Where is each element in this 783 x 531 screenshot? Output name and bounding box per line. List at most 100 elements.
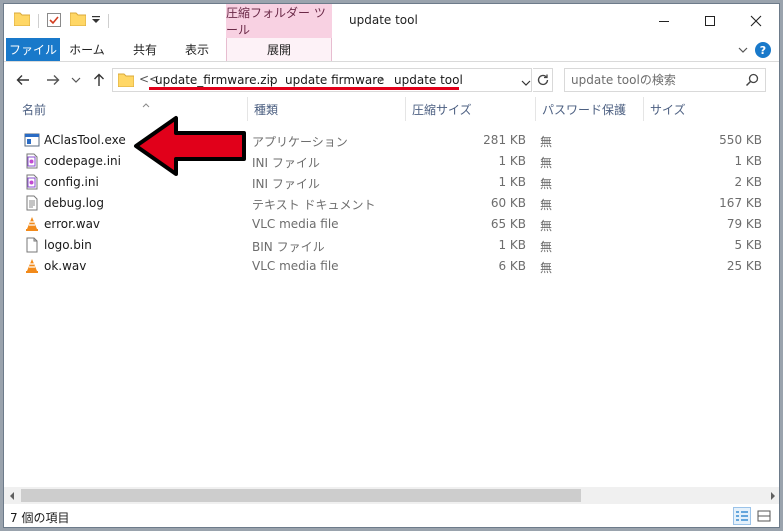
- file-name: debug.log: [44, 196, 104, 210]
- file-password: 無: [540, 219, 553, 233]
- column-size[interactable]: サイズ: [644, 97, 770, 121]
- item-count: 7 個の項目: [10, 511, 70, 525]
- file-compressed-size: 65 KB: [490, 217, 526, 231]
- scroll-right-icon[interactable]: [767, 490, 779, 502]
- file-size: 5 KB: [734, 238, 762, 252]
- tab-view[interactable]: 表示: [174, 38, 220, 61]
- context-tab-title: 圧縮フォルダー ツール: [226, 4, 332, 38]
- address-dropdown-icon[interactable]: [521, 77, 531, 87]
- column-name-label: 名前: [22, 102, 47, 117]
- file-type: INI ファイル: [252, 177, 320, 191]
- annotation-underline: [149, 87, 459, 90]
- forward-arrow-icon[interactable]: [44, 71, 62, 89]
- up-arrow-icon[interactable]: [90, 71, 108, 89]
- window-title: update tool: [349, 13, 418, 27]
- file-size: 79 KB: [726, 217, 762, 231]
- file-row[interactable]: config.ini INI ファイル 1 KB 無 2 KB: [4, 172, 770, 193]
- quick-access-separator: [38, 14, 39, 28]
- title-bar: 圧縮フォルダー ツール update tool: [4, 4, 779, 38]
- file-row[interactable]: AClasTool.exe アプリケーション 281 KB 無 550 KB: [4, 130, 770, 151]
- annotation-arrow: [134, 116, 246, 176]
- tab-home[interactable]: ホーム: [64, 38, 110, 61]
- sort-caret-icon: [142, 97, 150, 108]
- search-icon[interactable]: [745, 73, 759, 87]
- tab-extract[interactable]: 展開: [226, 38, 332, 61]
- file-password: 無: [540, 198, 553, 212]
- close-button[interactable]: [733, 4, 779, 38]
- tab-file[interactable]: ファイル: [6, 38, 60, 61]
- file-row[interactable]: error.wav VLC media file 65 KB 無 79 KB: [4, 214, 770, 235]
- file-type: テキスト ドキュメント: [252, 198, 376, 212]
- ini-file-icon: [24, 153, 40, 169]
- file-name: logo.bin: [44, 238, 92, 252]
- folder-icon: [117, 73, 135, 88]
- file-type: BIN ファイル: [252, 240, 325, 254]
- file-compressed-size: 281 KB: [483, 133, 526, 147]
- file-type: INI ファイル: [252, 156, 320, 170]
- details-view-icon[interactable]: [733, 507, 751, 525]
- ribbon-tabs: ファイル ホーム 共有 表示 展開 ?: [4, 38, 779, 62]
- column-compressed-size[interactable]: 圧縮サイズ: [406, 97, 536, 121]
- back-arrow-icon[interactable]: [14, 71, 32, 89]
- file-size: 167 KB: [719, 196, 762, 210]
- breadcrumb-separator[interactable]: ›: [269, 72, 274, 86]
- file-size: 550 KB: [719, 133, 762, 147]
- file-row[interactable]: debug.log テキスト ドキュメント 60 KB 無 167 KB: [4, 193, 770, 214]
- breadcrumb-item[interactable]: update tool: [394, 73, 463, 87]
- file-name: config.ini: [44, 175, 99, 189]
- horizontal-scrollbar[interactable]: [4, 487, 779, 504]
- recent-locations-chevron-icon[interactable]: [70, 71, 82, 89]
- explorer-window: 圧縮フォルダー ツール update tool ファイル ホーム 共有 表示 展…: [3, 3, 780, 528]
- address-row: << update_firmware.zip › update firmware…: [4, 63, 779, 97]
- refresh-icon: [537, 74, 548, 86]
- file-size: 25 KB: [726, 259, 762, 273]
- large-icons-view-icon[interactable]: [755, 507, 773, 525]
- close-icon: [750, 15, 762, 27]
- file-password: 無: [540, 156, 553, 170]
- file-type: アプリケーション: [252, 135, 348, 149]
- file-password: 無: [540, 261, 553, 275]
- column-password[interactable]: パスワード保護: [536, 97, 644, 121]
- vlc-icon: [24, 258, 40, 274]
- file-name: error.wav: [44, 217, 101, 231]
- blank-file-icon: [24, 237, 40, 253]
- search-box[interactable]: [564, 68, 766, 92]
- column-header: 名前 種類 圧縮サイズ パスワード保護 サイズ: [4, 97, 779, 121]
- tab-share[interactable]: 共有: [122, 38, 168, 61]
- customize-dropdown-icon[interactable]: [90, 14, 102, 26]
- breadcrumb-item[interactable]: update firmware: [285, 73, 384, 87]
- quick-access-separator: [108, 14, 109, 28]
- help-icon[interactable]: ?: [755, 42, 771, 58]
- file-compressed-size: 1 KB: [498, 154, 526, 168]
- breadcrumb-separator[interactable]: ›: [379, 72, 384, 86]
- file-password: 無: [540, 240, 553, 254]
- properties-check-icon[interactable]: [46, 12, 62, 28]
- status-bar: 7 個の項目: [4, 504, 779, 527]
- search-input[interactable]: [571, 73, 741, 87]
- folder-icon[interactable]: [14, 12, 30, 26]
- file-type: VLC media file: [252, 217, 339, 231]
- file-compressed-size: 1 KB: [498, 175, 526, 189]
- scrollbar-thumb[interactable]: [21, 489, 581, 502]
- file-compressed-size: 6 KB: [498, 259, 526, 273]
- maximize-button[interactable]: [687, 4, 733, 38]
- refresh-button[interactable]: [533, 68, 553, 92]
- new-folder-icon[interactable]: [70, 12, 86, 26]
- breadcrumb-item[interactable]: update_firmware.zip: [155, 73, 278, 87]
- column-type[interactable]: 種類: [248, 97, 406, 121]
- file-row[interactable]: logo.bin BIN ファイル 1 KB 無 5 KB: [4, 235, 770, 256]
- file-compressed-size: 1 KB: [498, 238, 526, 252]
- file-row[interactable]: codepage.ini INI ファイル 1 KB 無 1 KB: [4, 151, 770, 172]
- expand-ribbon-chevron-icon[interactable]: [737, 44, 749, 56]
- minimize-button[interactable]: [641, 4, 687, 38]
- ini-file-icon: [24, 174, 40, 190]
- file-row[interactable]: ok.wav VLC media file 6 KB 無 25 KB: [4, 256, 770, 277]
- scroll-left-icon[interactable]: [6, 490, 18, 502]
- file-name: ok.wav: [44, 259, 87, 273]
- file-size: 1 KB: [734, 154, 762, 168]
- file-size: 2 KB: [734, 175, 762, 189]
- maximize-icon: [705, 16, 715, 26]
- file-name: codepage.ini: [44, 154, 121, 168]
- file-password: 無: [540, 135, 553, 149]
- minimize-icon: [659, 21, 669, 22]
